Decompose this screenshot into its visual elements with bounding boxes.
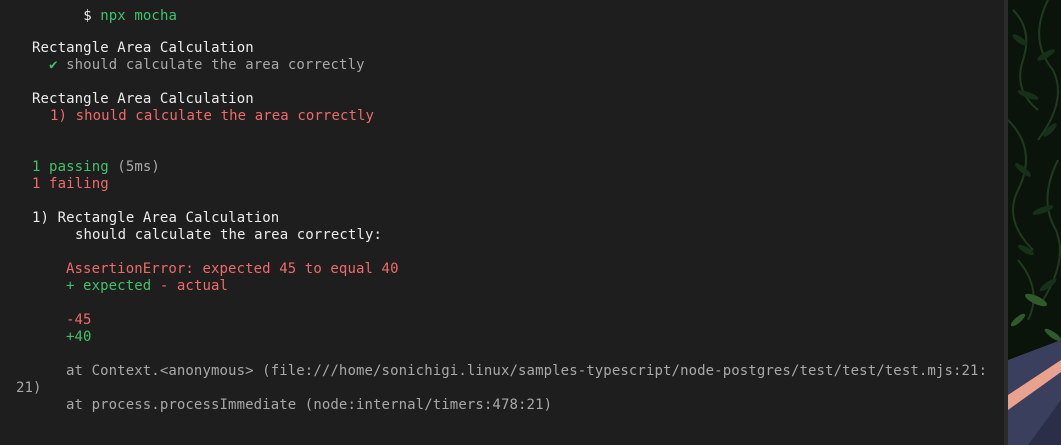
stack-trace-line: at Context.<anonymous> (file:///home/son…	[66, 363, 988, 379]
stack-trace-line: at process.processImmediate (node:intern…	[66, 397, 553, 413]
prompt-symbol: $	[83, 8, 92, 24]
desktop-wallpaper	[1008, 0, 1061, 445]
passing-duration: (5ms)	[117, 159, 160, 175]
passing-count: 1 passing	[32, 159, 109, 175]
diff-actual-line: -45	[66, 312, 92, 328]
failure-heading: 1) Rectangle Area Calculation	[32, 210, 280, 226]
passing-test-line: ✔ should calculate the area correctly	[32, 57, 365, 74]
diff-legend: + expected - actual	[66, 278, 228, 295]
prompt-line: $ npx mocha	[32, 0, 177, 42]
command-text: npx mocha	[100, 8, 178, 24]
legend-actual: - actual	[159, 278, 229, 294]
screen: $ npx mocha Rectangle Area Calculation ✔…	[0, 0, 1061, 445]
wallpaper-image	[1008, 0, 1061, 445]
failing-test-name: 1) should calculate the area correctly	[50, 108, 375, 124]
terminal-window[interactable]: $ npx mocha Rectangle Area Calculation ✔…	[0, 0, 1008, 445]
passing-summary: 1 passing (5ms)	[32, 159, 160, 176]
failure-test-name: should calculate the area correctly:	[75, 227, 383, 243]
passing-test-name: should calculate the area correctly	[66, 57, 365, 73]
failing-count: 1 failing	[32, 176, 109, 192]
assertion-error: AssertionError: expected 45 to equal 40	[66, 261, 399, 277]
diff-expected-line: +40	[66, 329, 92, 345]
legend-expected: + expected	[66, 278, 152, 294]
suite-title: Rectangle Area Calculation	[32, 40, 254, 56]
suite-title: Rectangle Area Calculation	[32, 91, 254, 107]
check-icon: ✔	[49, 57, 58, 73]
stack-trace-wrap: 21)	[16, 380, 42, 396]
